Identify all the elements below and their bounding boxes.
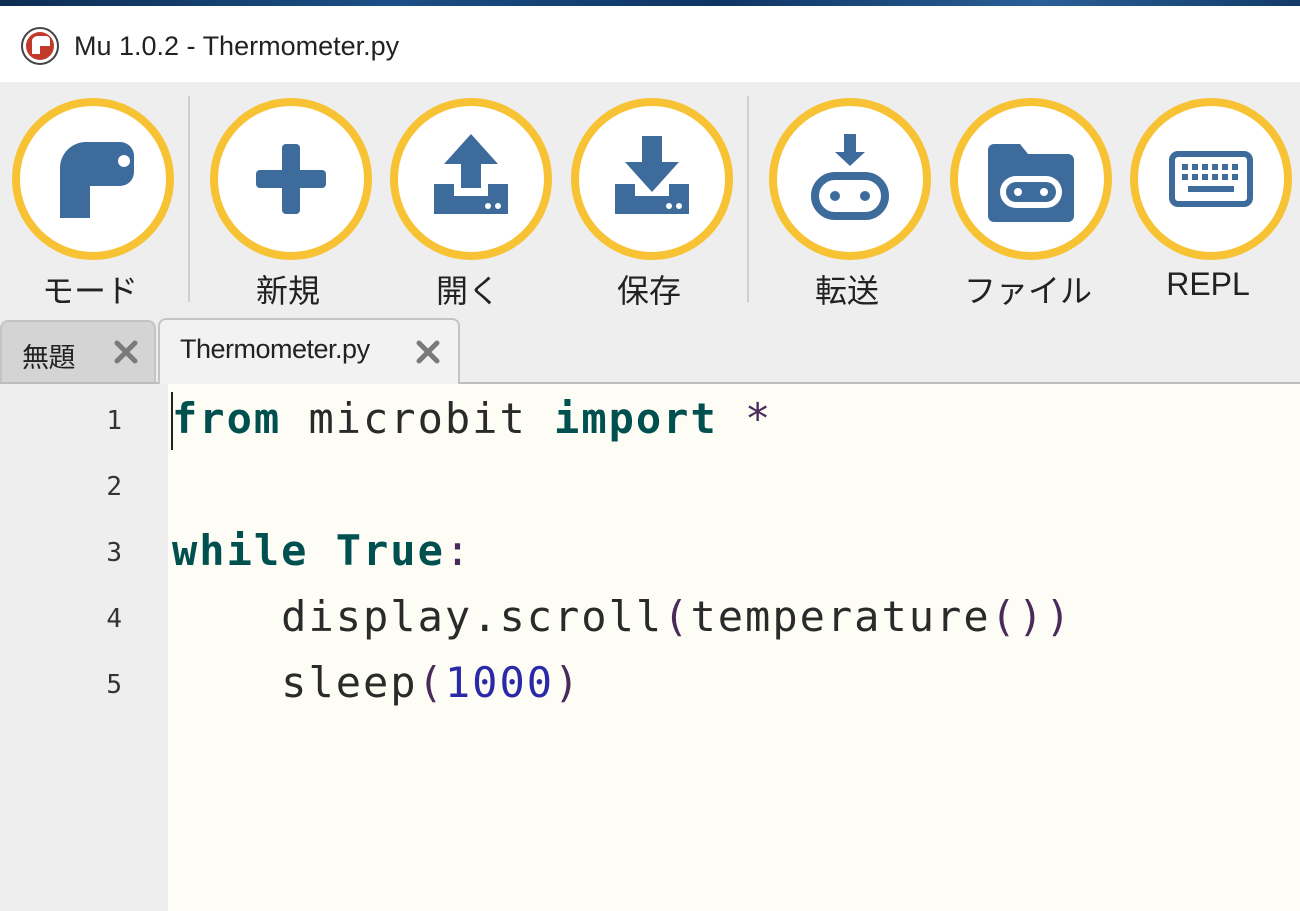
mode-button[interactable]: モード (8, 98, 174, 312)
open-button-label: 開く (435, 273, 500, 309)
line-number: 4 (106, 604, 122, 634)
new-button[interactable]: 新規 (206, 98, 372, 312)
download-tray-icon (615, 136, 689, 214)
save-button[interactable]: 保存 (567, 98, 733, 312)
open-button-ring[interactable] (390, 98, 552, 260)
code-text: : (444, 526, 473, 575)
keyword: True (335, 526, 445, 575)
line-number-gutter: 1 2 3 4 5 (0, 384, 168, 911)
code-text: sleep (281, 658, 418, 707)
line-number: 5 (106, 670, 122, 700)
close-icon[interactable] (112, 338, 140, 366)
plus-icon (256, 144, 326, 214)
paren: ) (554, 658, 582, 707)
code-text: microbit (281, 394, 555, 443)
line-number: 1 (106, 406, 122, 436)
tab-bar: 無題 Thermometer.py (0, 318, 1300, 384)
code-line-4[interactable]: display.scroll(temperature()) (172, 584, 1072, 650)
paren: ( (663, 592, 691, 641)
title-bar: Mu 1.0.2 - Thermometer.py (0, 6, 1300, 82)
mode-button-label: モード (41, 273, 138, 309)
close-icon[interactable] (414, 338, 442, 366)
mode-button-ring[interactable] (12, 98, 174, 260)
new-button-ring[interactable] (210, 98, 372, 260)
files-button[interactable]: ファイル (946, 98, 1112, 312)
code-editor[interactable]: 1 2 3 4 5 from microbit import * while T… (0, 384, 1300, 911)
files-button-ring[interactable] (950, 98, 1112, 260)
keyword: while (172, 526, 309, 575)
line-number: 3 (106, 538, 122, 568)
number-literal: 1000 (444, 658, 555, 707)
tab-untitled-label: 無題 (22, 343, 76, 373)
tab-thermometer[interactable]: Thermometer.py (158, 318, 460, 384)
files-button-label: ファイル (963, 273, 1092, 309)
toolbar-separator (188, 96, 190, 302)
save-button-ring[interactable] (571, 98, 733, 260)
line-number: 2 (106, 472, 122, 502)
window-title: Mu 1.0.2 - Thermometer.py (74, 31, 400, 61)
repl-button[interactable]: REPL (1126, 98, 1292, 312)
upload-tray-icon (434, 134, 508, 214)
open-button[interactable]: 開く (386, 98, 552, 312)
paren: ( (417, 658, 445, 707)
keyword: import (554, 394, 718, 443)
code-line-3[interactable]: while True: (172, 518, 472, 584)
repl-button-label: REPL (1166, 266, 1250, 302)
repl-button-ring[interactable] (1130, 98, 1292, 260)
mu-logo-icon (21, 27, 59, 65)
code-text: display.scroll (281, 592, 664, 641)
flash-button[interactable]: 転送 (765, 98, 931, 312)
code-text: * (717, 394, 773, 443)
flash-button-label: 転送 (814, 273, 879, 309)
microbit-folder-icon (988, 144, 1074, 222)
paren: ()) (990, 592, 1073, 641)
tab-untitled[interactable]: 無題 (0, 320, 156, 382)
code-text: temperature (690, 592, 991, 641)
toolbar-separator (747, 96, 749, 302)
toolbar: モード 新規 開く 保存 転送 ファイル REPL (0, 82, 1300, 318)
microbit-flash-icon (811, 134, 889, 220)
flash-button-ring[interactable] (769, 98, 931, 260)
new-button-label: 新規 (255, 273, 320, 309)
python-mode-icon (60, 142, 134, 218)
keyboard-icon (1169, 151, 1253, 207)
code-line-5[interactable]: sleep(1000) (172, 650, 581, 716)
tab-thermometer-label: Thermometer.py (180, 334, 370, 364)
save-button-label: 保存 (616, 273, 681, 309)
keyword: from (172, 394, 282, 443)
code-line-1[interactable]: from microbit import * (172, 386, 772, 452)
